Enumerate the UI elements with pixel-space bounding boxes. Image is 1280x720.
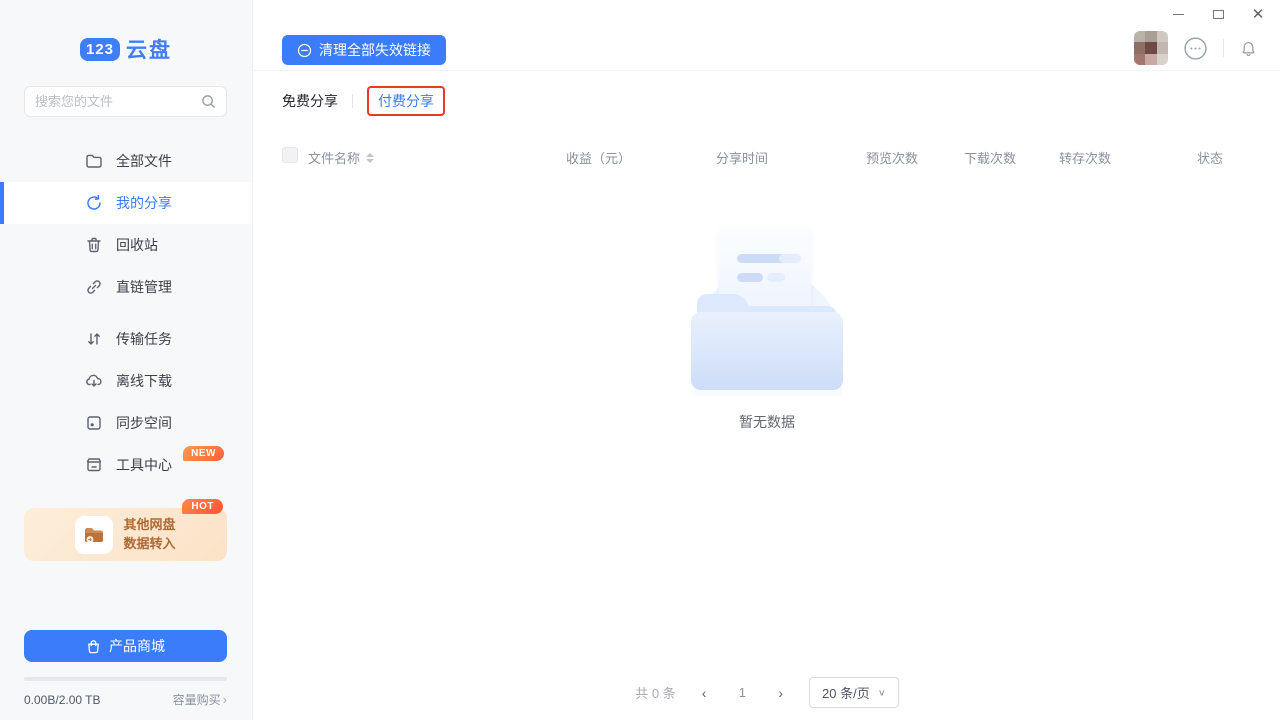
- ellipsis-circle-icon: [1183, 36, 1208, 61]
- vertical-divider: [1223, 39, 1224, 57]
- sidebar-nav-secondary: 传输任务 离线下载 同步空间: [0, 318, 252, 486]
- product-store-button[interactable]: 产品商城: [24, 630, 227, 662]
- sidebar-item-label: 直链管理: [116, 277, 172, 297]
- search-box[interactable]: [24, 86, 227, 117]
- next-page-button[interactable]: ›: [774, 683, 787, 703]
- close-button[interactable]: ✕: [1250, 6, 1266, 22]
- tab-divider: [352, 94, 353, 108]
- new-badge: NEW: [183, 446, 224, 461]
- avatar[interactable]: [1134, 31, 1168, 65]
- select-all-checkbox[interactable]: [282, 147, 298, 163]
- promo-line1: 其他网盘: [123, 517, 175, 532]
- maximize-icon: [1213, 10, 1224, 19]
- sidebar-item-transfer-tasks[interactable]: 传输任务: [0, 318, 252, 360]
- search-input[interactable]: [35, 94, 201, 109]
- column-share-time: 分享时间: [716, 148, 768, 167]
- shopping-bag-icon: [86, 639, 101, 654]
- sync-space-icon: [85, 414, 103, 432]
- promo-text: 其他网盘 数据转入: [123, 516, 175, 554]
- total-count: 共 0 条: [635, 683, 675, 702]
- table-header-row: 文件名称 收益（元） 分享时间 预览次数 下载次数 转存次数 状态: [254, 144, 1280, 170]
- sidebar-item-all-files[interactable]: 全部文件: [0, 140, 252, 182]
- logo-title: 云盘: [126, 34, 172, 64]
- hot-badge: HOT: [182, 499, 223, 514]
- sidebar-item-offline-download[interactable]: 离线下载: [0, 360, 252, 402]
- search-icon: [201, 94, 216, 109]
- folder-icon: [85, 152, 103, 170]
- sidebar-item-label: 我的分享: [116, 193, 172, 213]
- logo-123-icon: 123: [80, 38, 120, 61]
- store-button-label: 产品商城: [109, 636, 165, 656]
- empty-state-text: 暂无数据: [254, 412, 1280, 432]
- toolbox-icon: [85, 456, 103, 474]
- transfer-icon: [85, 330, 103, 348]
- empty-folder-illustration: [677, 228, 857, 396]
- column-download-count: 下载次数: [964, 148, 1016, 167]
- storage-progress-bar: [24, 677, 227, 681]
- chevron-right-icon: ›: [223, 692, 227, 707]
- chevron-down-icon: ∨: [878, 687, 886, 697]
- app-logo: 123 云盘: [0, 34, 252, 64]
- sidebar-nav-primary: 全部文件 我的分享 回收站: [0, 140, 252, 308]
- pagination: 共 0 条 ‹ 1 › 20 条/页 ∨: [254, 677, 1280, 708]
- sidebar-item-direct-links[interactable]: 直链管理: [0, 266, 252, 308]
- user-cluster: [1134, 31, 1258, 65]
- share-icon: [85, 194, 103, 212]
- annotation-highlight: 付费分享: [367, 86, 445, 116]
- trash-icon: [85, 236, 103, 254]
- clean-button-label: 清理全部失效链接: [319, 40, 431, 60]
- sidebar-item-tool-center[interactable]: 工具中心 NEW: [0, 444, 252, 486]
- maximize-button[interactable]: [1210, 6, 1226, 22]
- share-tabs: 免费分享 付费分享: [282, 87, 445, 115]
- sort-icon[interactable]: [366, 153, 374, 163]
- tab-free-share[interactable]: 免费分享: [282, 91, 338, 111]
- sidebar-item-label: 工具中心: [116, 455, 172, 475]
- column-label: 文件名称: [308, 148, 360, 167]
- cloud-download-icon: [85, 372, 103, 390]
- app-window: 123 云盘 全部文件 我的分享: [0, 0, 1280, 720]
- window-controls: ✕: [1170, 6, 1266, 22]
- page-size-value: 20 条/页: [822, 683, 870, 702]
- help-more-button[interactable]: [1183, 36, 1208, 61]
- column-status: 状态: [1197, 148, 1223, 167]
- link-icon: [85, 278, 103, 296]
- promo-folder-icon: [75, 516, 113, 554]
- notifications-button[interactable]: [1239, 39, 1258, 58]
- buy-capacity-label: 容量购买: [173, 691, 221, 708]
- column-preview-count: 预览次数: [866, 148, 918, 167]
- storage-row: 0.00B/2.00 TB 容量购买 ›: [24, 691, 227, 708]
- storage-usage: 0.00B/2.00 TB: [24, 693, 101, 707]
- sidebar-item-recycle-bin[interactable]: 回收站: [0, 224, 252, 266]
- close-icon: ✕: [1252, 7, 1265, 22]
- sidebar-item-label: 回收站: [116, 235, 158, 255]
- tab-paid-share[interactable]: 付费分享: [378, 93, 434, 109]
- sidebar-item-label: 同步空间: [116, 413, 172, 433]
- minus-circle-icon: [297, 43, 312, 58]
- sidebar-item-my-shares[interactable]: 我的分享: [0, 182, 252, 224]
- buy-capacity-link[interactable]: 容量购买 ›: [173, 691, 227, 708]
- page-size-select[interactable]: 20 条/页 ∨: [809, 677, 899, 708]
- main-panel: ✕ 清理全部失效链接: [254, 0, 1280, 720]
- promo-card-transfer-in[interactable]: HOT 其他网盘 数据转入: [24, 508, 227, 561]
- empty-state: 暂无数据: [254, 228, 1280, 432]
- main-header: 清理全部失效链接: [254, 0, 1280, 71]
- minimize-icon: [1173, 14, 1184, 15]
- column-save-count: 转存次数: [1059, 148, 1111, 167]
- promo-line2: 数据转入: [123, 536, 175, 551]
- current-page[interactable]: 1: [732, 685, 752, 700]
- clean-invalid-links-button[interactable]: 清理全部失效链接: [282, 35, 446, 65]
- sidebar-item-label: 全部文件: [116, 151, 172, 171]
- column-file-name[interactable]: 文件名称: [308, 148, 374, 167]
- column-income: 收益（元）: [566, 148, 631, 167]
- sidebar-item-sync-space[interactable]: 同步空间: [0, 402, 252, 444]
- sidebar: 123 云盘 全部文件 我的分享: [0, 0, 253, 720]
- sidebar-item-label: 离线下载: [116, 371, 172, 391]
- sidebar-item-label: 传输任务: [116, 329, 172, 349]
- bell-icon: [1239, 39, 1258, 58]
- minimize-button[interactable]: [1170, 6, 1186, 22]
- prev-page-button[interactable]: ‹: [698, 683, 711, 703]
